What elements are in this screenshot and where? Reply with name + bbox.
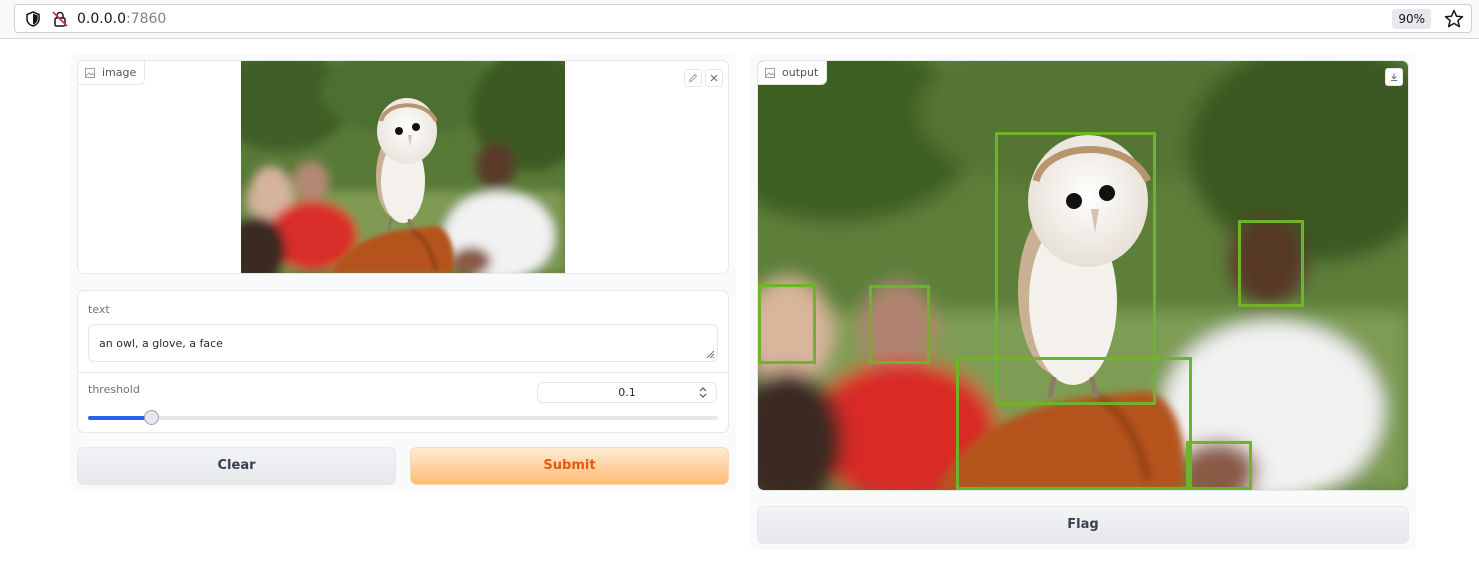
url-bar[interactable]: 0.0.0.0:7860 90% <box>14 4 1472 33</box>
text-and-threshold-block: text an owl, a glove, a face threshold 0… <box>77 290 729 433</box>
input-photo <box>241 61 565 273</box>
url-text[interactable]: 0.0.0.0:7860 <box>77 11 166 27</box>
threshold-label: threshold <box>88 383 140 396</box>
download-icon <box>1391 73 1397 81</box>
browser-toolbar: 0.0.0.0:7860 90% <box>0 0 1479 39</box>
bookmark-star-icon[interactable] <box>1443 8 1465 30</box>
clear-button[interactable]: Clear <box>77 447 396 485</box>
detection-box-face <box>1238 220 1304 307</box>
edit-button[interactable] <box>684 69 702 87</box>
text-label: text <box>88 303 110 316</box>
zoom-level-badge[interactable]: 90% <box>1392 9 1431 29</box>
output-label: output <box>782 66 819 79</box>
insecure-lock-icon[interactable] <box>51 10 69 28</box>
image-output: output <box>757 60 1409 491</box>
pencil-icon <box>688 73 698 83</box>
detection-box-face <box>758 284 816 364</box>
detection-box-face <box>1186 441 1252 490</box>
spinner-arrows-icon[interactable] <box>698 385 708 400</box>
detection-box-face <box>869 285 930 364</box>
url-port: :7860 <box>125 11 167 27</box>
text-input[interactable]: an owl, a glove, a face <box>88 324 718 362</box>
text-input-value: an owl, a glove, a face <box>99 337 223 350</box>
submit-button[interactable]: Submit <box>410 447 729 485</box>
threshold-number-input[interactable]: 0.1 <box>537 382 717 403</box>
image-icon <box>85 68 95 78</box>
output-label-chip: output <box>758 61 828 85</box>
divider <box>78 372 728 373</box>
resize-grip-icon[interactable] <box>705 349 715 359</box>
shield-icon[interactable] <box>24 10 42 28</box>
url-host: 0.0.0.0 <box>77 11 126 27</box>
download-button[interactable] <box>1385 68 1403 86</box>
threshold-slider-fill <box>88 416 151 420</box>
close-icon <box>710 74 718 82</box>
clear-image-button[interactable] <box>705 69 723 87</box>
image-input[interactable]: image <box>77 60 729 274</box>
threshold-value: 0.1 <box>618 386 636 399</box>
image-label-chip: image <box>78 61 146 85</box>
threshold-slider-track[interactable] <box>88 416 718 420</box>
image-icon <box>765 68 775 78</box>
detection-box-glove <box>956 357 1192 490</box>
image-label: image <box>102 66 137 79</box>
threshold-slider-thumb[interactable] <box>144 410 159 425</box>
flag-button[interactable]: Flag <box>757 506 1409 544</box>
